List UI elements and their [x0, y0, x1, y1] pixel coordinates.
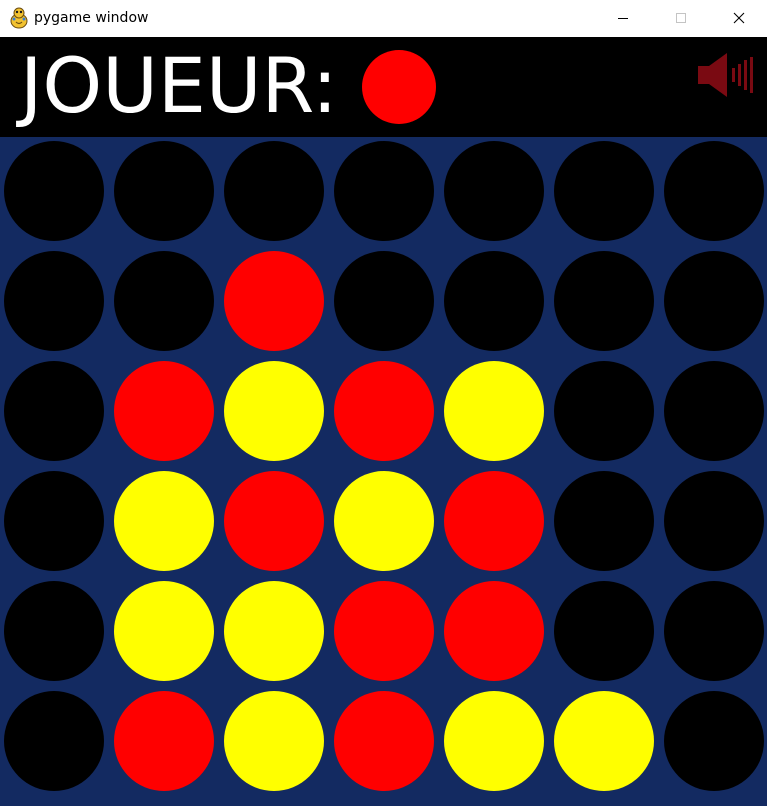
board-cell-empty[interactable] [444, 251, 544, 351]
current-player-label: JOUEUR: [20, 41, 338, 130]
close-button[interactable] [716, 0, 762, 36]
current-player-token [361, 49, 437, 125]
board-cell-red[interactable] [444, 581, 544, 681]
board-cell-empty[interactable] [4, 691, 104, 791]
board-cell-red[interactable] [114, 361, 214, 461]
board-cell-empty[interactable] [554, 581, 654, 681]
pygame-snake-icon [9, 7, 29, 29]
maximize-icon [676, 13, 686, 23]
board-cell-empty[interactable] [4, 361, 104, 461]
board-cell-yellow[interactable] [114, 581, 214, 681]
board-cell-empty[interactable] [444, 141, 544, 241]
pygame-window: pygame window JOUEUR: [0, 0, 767, 806]
board-cell-red[interactable] [334, 581, 434, 681]
close-icon [733, 12, 745, 24]
board-cell-empty[interactable] [554, 361, 654, 461]
board-cell-empty[interactable] [664, 471, 764, 571]
board-cell-empty[interactable] [664, 361, 764, 461]
board-cell-empty[interactable] [4, 141, 104, 241]
board-cell-empty[interactable] [4, 581, 104, 681]
minimize-button[interactable] [600, 0, 646, 36]
board-cell-yellow[interactable] [444, 691, 544, 791]
board-cell-empty[interactable] [664, 251, 764, 351]
board-cell-red[interactable] [224, 251, 324, 351]
board-cell-empty[interactable] [224, 141, 324, 241]
board-cell-empty[interactable] [554, 471, 654, 571]
board-cell-empty[interactable] [664, 691, 764, 791]
connect-four-board[interactable] [0, 137, 767, 806]
board-cell-red[interactable] [444, 471, 544, 571]
board-cell-empty[interactable] [664, 581, 764, 681]
speaker-muted-icon[interactable] [697, 52, 755, 98]
maximize-button[interactable] [658, 0, 704, 36]
board-cell-empty[interactable] [4, 471, 104, 571]
board-cell-empty[interactable] [554, 251, 654, 351]
board-cell-empty[interactable] [664, 141, 764, 241]
board-cell-empty[interactable] [334, 251, 434, 351]
board-cell-empty[interactable] [114, 251, 214, 351]
board-grid[interactable] [0, 137, 767, 806]
board-cell-yellow[interactable] [114, 471, 214, 571]
board-cell-yellow[interactable] [554, 691, 654, 791]
board-cell-yellow[interactable] [444, 361, 544, 461]
board-cell-red[interactable] [334, 361, 434, 461]
board-cell-yellow[interactable] [224, 361, 324, 461]
board-cell-empty[interactable] [114, 141, 214, 241]
window-title: pygame window [34, 10, 149, 26]
board-cell-yellow[interactable] [224, 691, 324, 791]
board-cell-red[interactable] [334, 691, 434, 791]
minimize-icon [618, 18, 628, 19]
board-cell-empty[interactable] [554, 141, 654, 241]
board-cell-yellow[interactable] [334, 471, 434, 571]
title-bar[interactable]: pygame window [0, 0, 767, 37]
board-cell-empty[interactable] [4, 251, 104, 351]
board-cell-red[interactable] [114, 691, 214, 791]
board-cell-red[interactable] [224, 471, 324, 571]
board-cell-empty[interactable] [334, 141, 434, 241]
board-cell-yellow[interactable] [224, 581, 324, 681]
